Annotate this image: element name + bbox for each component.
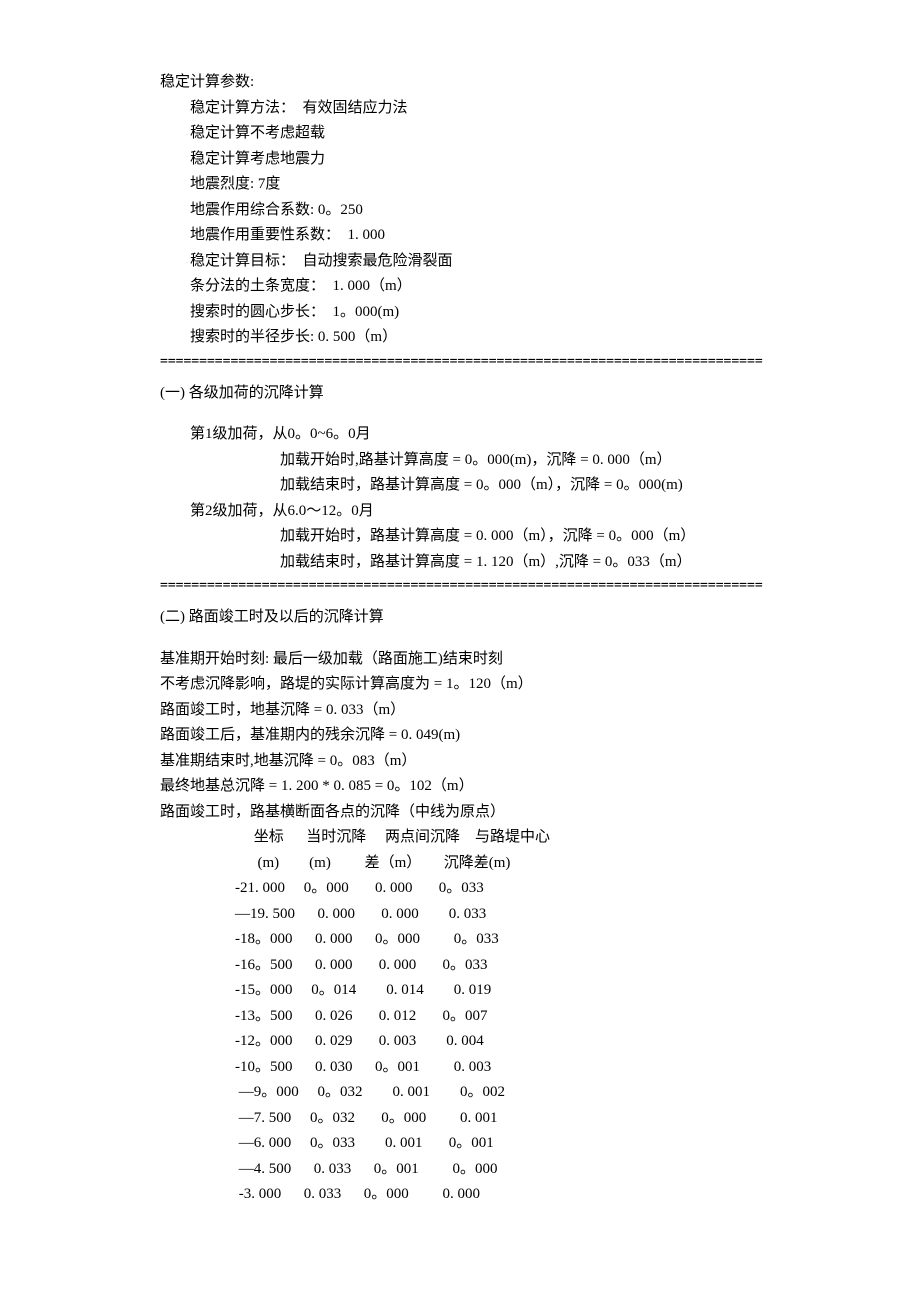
separator: ========================================… <box>160 351 860 373</box>
sec2-line-f: 最终地基总沉降 = 1. 200 * 0. 085 = 0。102（m） <box>160 774 860 800</box>
load-2-head: 第2级加荷，从6.0～12。0月 <box>160 499 860 525</box>
params-center-step: 搜索时的圆心步长： 1。000(m) <box>160 300 860 326</box>
table-row: —7. 500 0。032 0。000 0. 001 <box>160 1106 860 1132</box>
table-row: —9。000 0。032 0. 001 0。002 <box>160 1080 860 1106</box>
table-row: -12。000 0. 029 0. 003 0. 004 <box>160 1029 860 1055</box>
table-row: -15。000 0。014 0. 014 0. 019 <box>160 978 860 1004</box>
table-row: —19. 500 0. 000 0. 000 0. 033 <box>160 902 860 928</box>
sec2-line-g: 路面竣工时，路基横断面各点的沉降（中线为原点） <box>160 800 860 826</box>
separator: ========================================… <box>160 575 860 597</box>
params-method: 稳定计算方法： 有效固结应力法 <box>160 96 860 122</box>
params-strip: 条分法的土条宽度： 1. 000（m） <box>160 274 860 300</box>
table-row: —4. 500 0. 033 0。001 0。000 <box>160 1157 860 1183</box>
load-2-start: 加载开始时，路基计算高度 = 0. 000（m），沉降 = 0。000（m） <box>160 524 860 550</box>
load-2-end: 加载结束时，路基计算高度 = 1. 120（m）,沉降 = 0。033（m） <box>160 550 860 576</box>
params-target: 稳定计算目标： 自动搜索最危险滑裂面 <box>160 249 860 275</box>
table-header-1: 坐标 当时沉降 两点间沉降 与路堤中心 <box>160 825 860 851</box>
sec2-line-a: 基准期开始时刻: 最后一级加载（路面施工)结束时刻 <box>160 647 860 673</box>
params-heading: 稳定计算参数: <box>160 70 860 96</box>
table-header-2: (m) (m) 差（m） 沉降差(m) <box>160 851 860 877</box>
params-importance: 地震作用重要性系数： 1. 000 <box>160 223 860 249</box>
load-1-start: 加载开始时,路基计算高度 = 0。000(m)，沉降 = 0. 000（m） <box>160 448 860 474</box>
table-row: -21. 000 0。000 0. 000 0。033 <box>160 876 860 902</box>
sec2-line-e: 基准期结束时,地基沉降 = 0。083（m） <box>160 749 860 775</box>
section-2-title: (二) 路面竣工时及以后的沉降计算 <box>160 605 860 631</box>
section-1-title: (一) 各级加荷的沉降计算 <box>160 381 860 407</box>
table-row: -16。500 0. 000 0. 000 0。033 <box>160 953 860 979</box>
params-coef: 地震作用综合系数: 0。250 <box>160 198 860 224</box>
table-row: —6. 000 0。033 0. 001 0。001 <box>160 1131 860 1157</box>
load-1-head: 第1级加荷，从0。0~6。0月 <box>160 422 860 448</box>
table-row: -18。000 0. 000 0。000 0。033 <box>160 927 860 953</box>
params-seismic: 稳定计算考虑地震力 <box>160 147 860 173</box>
params-intensity: 地震烈度: 7度 <box>160 172 860 198</box>
table-row: -3. 000 0. 033 0。000 0. 000 <box>160 1182 860 1208</box>
table-row: -10。500 0. 030 0。001 0. 003 <box>160 1055 860 1081</box>
sec2-line-c: 路面竣工时，地基沉降 = 0. 033（m） <box>160 698 860 724</box>
params-no-overload: 稳定计算不考虑超载 <box>160 121 860 147</box>
params-radius-step: 搜索时的半径步长: 0. 500（m） <box>160 325 860 351</box>
sec2-line-b: 不考虑沉降影响，路堤的实际计算高度为 = 1。120（m） <box>160 672 860 698</box>
load-1-end: 加载结束时，路基计算高度 = 0。000（m），沉降 = 0。000(m) <box>160 473 860 499</box>
table-row: -13。500 0. 026 0. 012 0。007 <box>160 1004 860 1030</box>
sec2-line-d: 路面竣工后，基准期内的残余沉降 = 0. 049(m) <box>160 723 860 749</box>
